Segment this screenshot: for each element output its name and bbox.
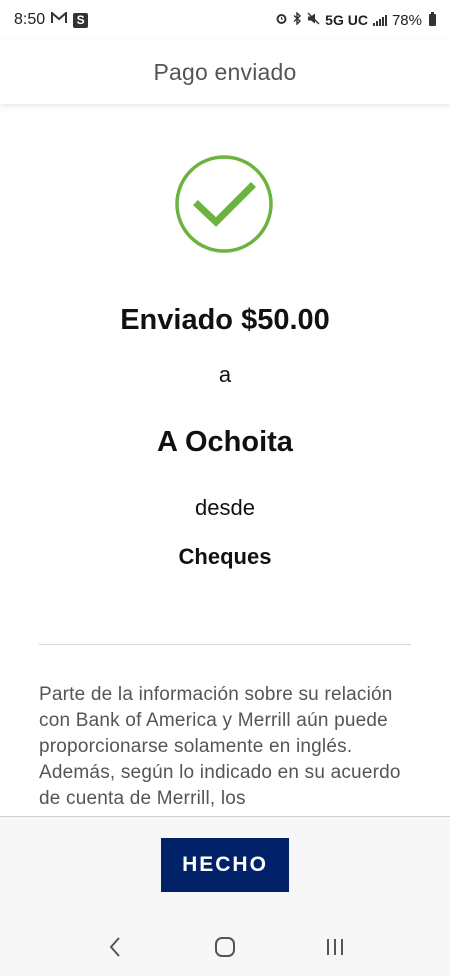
connector-from: desde	[195, 495, 255, 520]
divider	[39, 644, 411, 645]
recents-icon[interactable]	[315, 927, 355, 967]
home-icon[interactable]	[205, 927, 245, 967]
status-time: 8:50	[14, 11, 46, 28]
battery-percent: 78%	[391, 11, 422, 29]
footer: HECHO	[0, 816, 450, 918]
checkmark-circle-icon	[174, 154, 274, 254]
bluetooth-icon	[293, 10, 302, 29]
sent-amount: Enviado $50.00	[120, 304, 330, 336]
disclaimer-text: Parte de la información sobre su relació…	[39, 684, 401, 809]
gmail-icon	[51, 10, 68, 29]
status-right: 5G UC 78%	[275, 10, 436, 29]
page-title: Pago enviado	[153, 58, 297, 85]
source-account: Cheques	[178, 544, 272, 569]
status-bar: 8:50 S 5G UC 78%	[0, 0, 450, 40]
confirmation-panel: Enviado $50.00 a A Ochoita desde Cheques…	[0, 104, 450, 816]
signal-icon	[372, 14, 387, 26]
status-left: 8:50 S	[14, 10, 89, 29]
mute-icon	[307, 12, 320, 29]
recipient-name: A Ochoita	[157, 426, 293, 458]
network-label: 5G UC	[325, 12, 368, 28]
connector-to: a	[218, 362, 232, 387]
back-icon[interactable]	[95, 927, 135, 967]
app-header: Pago enviado	[0, 40, 450, 104]
s-app-icon: S	[73, 12, 89, 28]
alarm-icon	[275, 12, 288, 29]
battery-icon	[429, 12, 436, 26]
system-nav-bar	[0, 918, 450, 976]
done-button[interactable]: HECHO	[161, 838, 289, 892]
